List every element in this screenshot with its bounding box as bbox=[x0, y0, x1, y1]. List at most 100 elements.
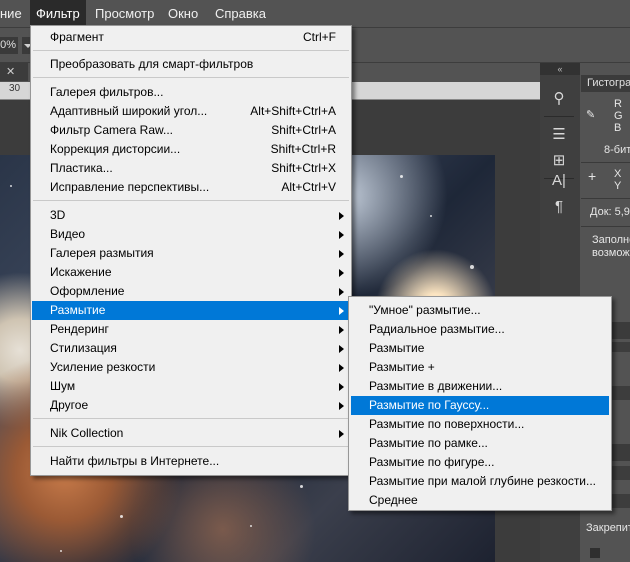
menu-item-browse-filters-online[interactable]: Найти фильтры в Интернете... bbox=[32, 452, 350, 471]
menu-separator bbox=[33, 446, 349, 447]
actions-icon[interactable]: ⊞ bbox=[548, 150, 570, 172]
snowflake bbox=[10, 185, 12, 187]
panel-divider bbox=[581, 198, 630, 199]
submenu-item-blur[interactable]: Размытие bbox=[351, 339, 609, 358]
info-line-1: Заполне bbox=[592, 234, 630, 246]
menu-item-fragment[interactable]: Фрагмент Ctrl+F bbox=[32, 28, 350, 47]
submenu-arrow-icon bbox=[339, 326, 344, 334]
menu-item-artistic[interactable]: Оформление bbox=[32, 282, 350, 301]
layer-mode-field[interactable] bbox=[612, 494, 630, 508]
menu-item-filter-gallery[interactable]: Галерея фильтров... bbox=[32, 83, 350, 102]
menu-item-shortcut: Shift+Ctrl+A bbox=[271, 123, 336, 137]
menu-item-label: Фрагмент bbox=[50, 30, 104, 44]
r-label: R bbox=[614, 98, 622, 110]
close-icon[interactable]: ✕ bbox=[6, 63, 15, 81]
menu-help[interactable]: Справка bbox=[209, 0, 272, 27]
brush-preset-icon[interactable]: ⚲ bbox=[548, 88, 570, 110]
submenu-item-average[interactable]: Среднее bbox=[351, 491, 609, 510]
submenu-item-surface-blur[interactable]: Размытие по поверхности... bbox=[351, 415, 609, 434]
panel-divider bbox=[581, 226, 630, 227]
submenu-item-radial-blur[interactable]: Радиальное размытие... bbox=[351, 320, 609, 339]
b-label: B bbox=[614, 122, 622, 134]
submenu-arrow-icon bbox=[339, 402, 344, 410]
menu-item-shortcut: Shift+Ctrl+R bbox=[270, 142, 336, 156]
g-label: G bbox=[614, 110, 623, 122]
menu-item-blur-gallery[interactable]: Галерея размытия bbox=[32, 244, 350, 263]
lock-label: Закрепит bbox=[586, 522, 630, 534]
menu-item-label: Оформление bbox=[50, 284, 125, 298]
menu-item-shortcut: Shift+Ctrl+X bbox=[271, 161, 336, 175]
bit-depth: 8-бит bbox=[604, 144, 630, 156]
submenu-arrow-icon bbox=[339, 212, 344, 220]
submenu-arrow-icon bbox=[339, 269, 344, 277]
submenu-item-label: "Умное" размытие... bbox=[369, 303, 481, 317]
menu-item-render[interactable]: Рендеринг bbox=[32, 320, 350, 339]
y-label: Y bbox=[614, 180, 622, 192]
histogram-panel-title[interactable]: Гистогра bbox=[581, 75, 630, 92]
menu-item-label: Искажение bbox=[50, 265, 112, 279]
menu-bar: ние Фильтр Просмотр Окно Справка bbox=[0, 0, 630, 28]
menu-item-shortcut: Ctrl+F bbox=[303, 30, 336, 44]
submenu-item-label: Радиальное размытие... bbox=[369, 322, 505, 336]
zoom-field[interactable]: 0% bbox=[0, 37, 18, 54]
menu-item-label: Рендеринг bbox=[50, 322, 109, 336]
menu-window[interactable]: Окно bbox=[162, 0, 204, 27]
history-icon[interactable]: ☰ bbox=[548, 124, 570, 146]
menu-item-other[interactable]: Другое bbox=[32, 396, 350, 415]
menu-item-vanishing-point[interactable]: Исправление перспективы... Alt+Ctrl+V bbox=[32, 178, 350, 197]
menu-item-video[interactable]: Видео bbox=[32, 225, 350, 244]
submenu-item-blur-more[interactable]: Размытие + bbox=[351, 358, 609, 377]
collapse-icon[interactable]: « bbox=[540, 63, 580, 75]
menu-item-label: Галерея фильтров... bbox=[50, 85, 164, 99]
paragraph-icon[interactable]: ¶ bbox=[548, 196, 570, 218]
lock-checkbox[interactable] bbox=[590, 548, 600, 558]
menu-item-3d[interactable]: 3D bbox=[32, 206, 350, 225]
menu-item-convert-smart-filters[interactable]: Преобразовать для смарт-фильтров bbox=[32, 55, 350, 74]
submenu-item-motion-blur[interactable]: Размытие в движении... bbox=[351, 377, 609, 396]
layer-kind-field[interactable] bbox=[612, 466, 630, 480]
menu-item-lens-correction[interactable]: Коррекция дисторсии... Shift+Ctrl+R bbox=[32, 140, 350, 159]
menu-view[interactable]: Просмотр bbox=[89, 0, 160, 27]
submenu-item-label: Размытие + bbox=[369, 360, 435, 374]
menu-item-camera-raw[interactable]: Фильтр Camera Raw... Shift+Ctrl+A bbox=[32, 121, 350, 140]
submenu-item-smart-blur[interactable]: "Умное" размытие... bbox=[351, 301, 609, 320]
strip-divider bbox=[544, 116, 574, 117]
menu-separator bbox=[33, 77, 349, 78]
menu-item-label: Коррекция дисторсии... bbox=[50, 142, 181, 156]
menu-image[interactable]: ние bbox=[0, 0, 28, 27]
submenu-arrow-icon bbox=[339, 307, 344, 315]
submenu-item-label: Среднее bbox=[369, 493, 418, 507]
menu-item-label: Размытие bbox=[50, 303, 106, 317]
menu-item-liquify[interactable]: Пластика... Shift+Ctrl+X bbox=[32, 159, 350, 178]
submenu-item-label: Размытие при малой глубине резкости... bbox=[369, 474, 597, 488]
submenu-item-gaussian-blur[interactable]: Размытие по Гауссу... bbox=[351, 396, 609, 415]
character-icon[interactable]: A| bbox=[548, 170, 570, 192]
snowflake bbox=[250, 525, 252, 527]
snowflake bbox=[430, 215, 432, 217]
menu-item-label: Исправление перспективы... bbox=[50, 180, 210, 194]
blur-submenu: "Умное" размытие... Радиальное размытие.… bbox=[348, 296, 612, 511]
submenu-item-label: Размытие по Гауссу... bbox=[369, 398, 490, 412]
menu-item-sharpen[interactable]: Усиление резкости bbox=[32, 358, 350, 377]
menu-item-label: Стилизация bbox=[50, 341, 117, 355]
menu-item-blur[interactable]: Размытие bbox=[32, 301, 350, 320]
submenu-item-shape-blur[interactable]: Размытие по фигуре... bbox=[351, 453, 609, 472]
menu-item-noise[interactable]: Шум bbox=[32, 377, 350, 396]
submenu-item-label: Размытие в движении... bbox=[369, 379, 503, 393]
menu-item-adaptive-wide-angle[interactable]: Адаптивный широкий угол... Alt+Shift+Ctrl… bbox=[32, 102, 350, 121]
document-tab[interactable]: ✕ bbox=[0, 63, 28, 81]
menu-item-distort[interactable]: Искажение bbox=[32, 263, 350, 282]
menu-separator bbox=[33, 418, 349, 419]
submenu-item-lens-blur[interactable]: Размытие при малой глубине резкости... bbox=[351, 472, 609, 491]
adjustment-icon[interactable] bbox=[612, 342, 630, 352]
submenu-item-box-blur[interactable]: Размытие по рамке... bbox=[351, 434, 609, 453]
crosshair-icon: + bbox=[588, 168, 597, 184]
gradient-icon[interactable] bbox=[612, 386, 630, 400]
menu-item-label: Видео bbox=[50, 227, 86, 241]
menu-item-nik-collection[interactable]: Nik Collection bbox=[32, 424, 350, 443]
menu-filter[interactable]: Фильтр bbox=[30, 0, 86, 27]
menu-item-stylize[interactable]: Стилизация bbox=[32, 339, 350, 358]
menu-item-label: Пластика... bbox=[50, 161, 113, 175]
menu-item-label: Фильтр Camera Raw... bbox=[50, 123, 174, 137]
submenu-item-label: Размытие по фигуре... bbox=[369, 455, 495, 469]
